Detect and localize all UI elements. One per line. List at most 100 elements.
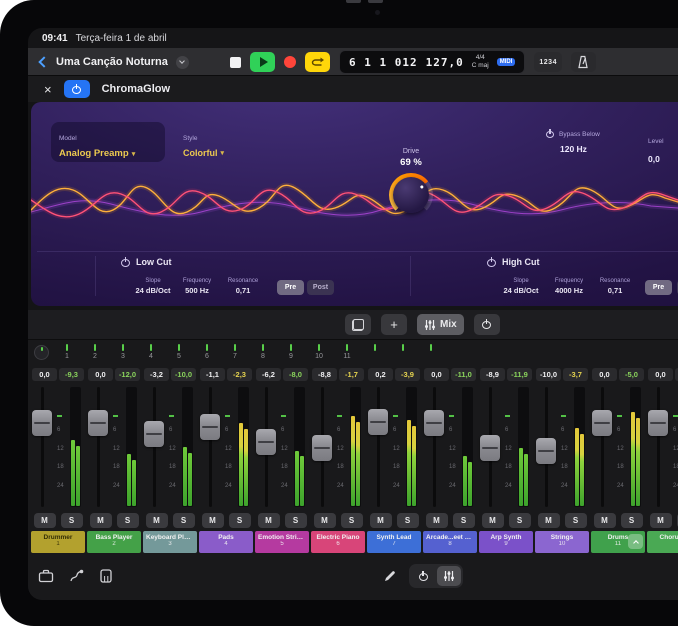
solo-button[interactable]: S <box>285 513 307 528</box>
track-label[interactable]: Arcade...eet Pad8 <box>423 531 477 553</box>
high-cut-power[interactable] <box>487 258 496 267</box>
volume-display[interactable]: 0,0 <box>88 368 113 381</box>
low-cut-power[interactable] <box>121 258 130 267</box>
power-icon[interactable] <box>546 130 554 138</box>
song-title[interactable]: Uma Canção Noturna <box>56 56 168 68</box>
solo-button[interactable]: S <box>173 513 195 528</box>
duplicate-button[interactable] <box>345 314 371 335</box>
fader-cap[interactable] <box>256 429 276 455</box>
mute-button[interactable]: M <box>90 513 112 528</box>
volume-display[interactable]: -6,2 <box>256 368 281 381</box>
solo-button[interactable]: S <box>509 513 531 528</box>
pan-knob[interactable] <box>34 345 49 360</box>
volume-display[interactable]: 0,2 <box>368 368 393 381</box>
lcd-display[interactable]: 6 1 1 012 127,0 4/4 C maj MIDI <box>339 50 525 74</box>
level-control[interactable]: Level 0,0 <box>648 130 678 164</box>
solo-button[interactable]: S <box>341 513 363 528</box>
peak-display[interactable]: -3,7 <box>563 368 588 381</box>
track-label[interactable]: Synth Lead7 <box>367 531 421 553</box>
stop-button[interactable] <box>230 57 241 68</box>
bypass-below-control[interactable]: Bypass Below 120 Hz <box>546 130 600 154</box>
volume-display[interactable]: -8,9 <box>480 368 505 381</box>
solo-button[interactable]: S <box>117 513 139 528</box>
fader-track[interactable] <box>153 387 156 507</box>
peak-display[interactable]: -10,0 <box>171 368 196 381</box>
mute-button[interactable]: M <box>594 513 616 528</box>
peak-display[interactable]: -2,3 <box>227 368 252 381</box>
edit-button[interactable] <box>380 566 400 586</box>
fader-track[interactable] <box>209 387 212 507</box>
mute-button[interactable]: M <box>34 513 56 528</box>
fader-cap[interactable] <box>368 409 388 435</box>
fader-cap[interactable] <box>648 410 668 436</box>
track-label[interactable]: Chorus V <box>647 531 678 553</box>
record-button[interactable] <box>284 56 296 68</box>
fader-cap[interactable] <box>88 410 108 436</box>
mute-button[interactable]: M <box>258 513 280 528</box>
low-cut-slope[interactable]: Slope24 dB/Oct <box>127 278 179 295</box>
volume-display[interactable]: 0,0 <box>32 368 57 381</box>
mute-button[interactable]: M <box>650 513 672 528</box>
fader-cap[interactable] <box>200 414 220 440</box>
low-cut-post-button[interactable]: Post <box>307 280 334 295</box>
mute-button[interactable]: M <box>146 513 168 528</box>
mute-button[interactable]: M <box>370 513 392 528</box>
volume-display[interactable]: -10,0 <box>536 368 561 381</box>
close-plugin-button[interactable]: × <box>44 83 52 96</box>
solo-button[interactable]: S <box>621 513 643 528</box>
fader-cap[interactable] <box>144 421 164 447</box>
fader-cap[interactable] <box>312 435 332 461</box>
metronome-button[interactable] <box>571 52 596 72</box>
peak-display[interactable]: -1,7 <box>339 368 364 381</box>
fader-cap[interactable] <box>536 438 556 464</box>
mute-button[interactable]: M <box>482 513 504 528</box>
solo-button[interactable]: S <box>397 513 419 528</box>
song-menu-button[interactable] <box>176 56 189 69</box>
track-label[interactable]: Strings10 <box>535 531 589 553</box>
add-track-button[interactable]: + <box>381 314 407 335</box>
low-cut-resonance[interactable]: Resonance0,71 <box>221 278 265 295</box>
solo-button[interactable]: S <box>229 513 251 528</box>
high-cut-resonance[interactable]: Resonance0,71 <box>593 278 637 295</box>
fader-track[interactable] <box>377 387 380 507</box>
peak-display[interactable]: -5,0 <box>619 368 644 381</box>
play-button[interactable] <box>250 52 275 72</box>
high-cut-pre-button[interactable]: Pre <box>645 280 672 295</box>
volume-up-button[interactable] <box>346 0 361 3</box>
plugins-button[interactable] <box>66 566 86 586</box>
peak-display[interactable]: -11,0 <box>451 368 476 381</box>
fader-track[interactable] <box>41 387 44 507</box>
volume-display[interactable]: -8,8 <box>312 368 337 381</box>
collapse-stack-button[interactable] <box>628 534 643 549</box>
track-label[interactable]: Drummer1 <box>31 531 85 553</box>
back-chevron-icon[interactable] <box>38 56 49 67</box>
mute-button[interactable]: M <box>314 513 336 528</box>
high-cut-frequency[interactable]: Frequency4000 Hz <box>545 278 593 295</box>
count-in-button[interactable]: 1234 <box>534 52 562 72</box>
solo-button[interactable]: S <box>453 513 475 528</box>
fader-track[interactable] <box>97 387 100 507</box>
volume-display[interactable]: 0,0 <box>592 368 617 381</box>
volume-display[interactable]: 0,0 <box>648 368 673 381</box>
mute-button[interactable]: M <box>426 513 448 528</box>
fader-track[interactable] <box>601 387 604 507</box>
fader-cap[interactable] <box>480 435 500 461</box>
fader-cap[interactable] <box>424 410 444 436</box>
track-label[interactable]: Bass Player2 <box>87 531 141 553</box>
volume-display[interactable]: 0,0 <box>424 368 449 381</box>
track-label[interactable]: Arp Synth9 <box>479 531 533 553</box>
mixer-power-button[interactable] <box>474 314 500 335</box>
fader-track[interactable] <box>657 387 660 507</box>
volume-display[interactable]: -1,1 <box>200 368 225 381</box>
mute-button[interactable]: M <box>538 513 560 528</box>
browser-button[interactable] <box>36 566 56 586</box>
peak-display[interactable]: -9,3 <box>59 368 84 381</box>
fader-cap[interactable] <box>592 410 612 436</box>
low-cut-frequency[interactable]: Frequency500 Hz <box>173 278 221 295</box>
high-cut-slope[interactable]: Slope24 dB/Oct <box>495 278 547 295</box>
power-button[interactable] <box>411 566 435 586</box>
track-label[interactable]: Emotion Strings5 <box>255 531 309 553</box>
keyboard-button[interactable] <box>96 566 116 586</box>
track-label[interactable]: Pads4 <box>199 531 253 553</box>
fader-track[interactable] <box>433 387 436 507</box>
